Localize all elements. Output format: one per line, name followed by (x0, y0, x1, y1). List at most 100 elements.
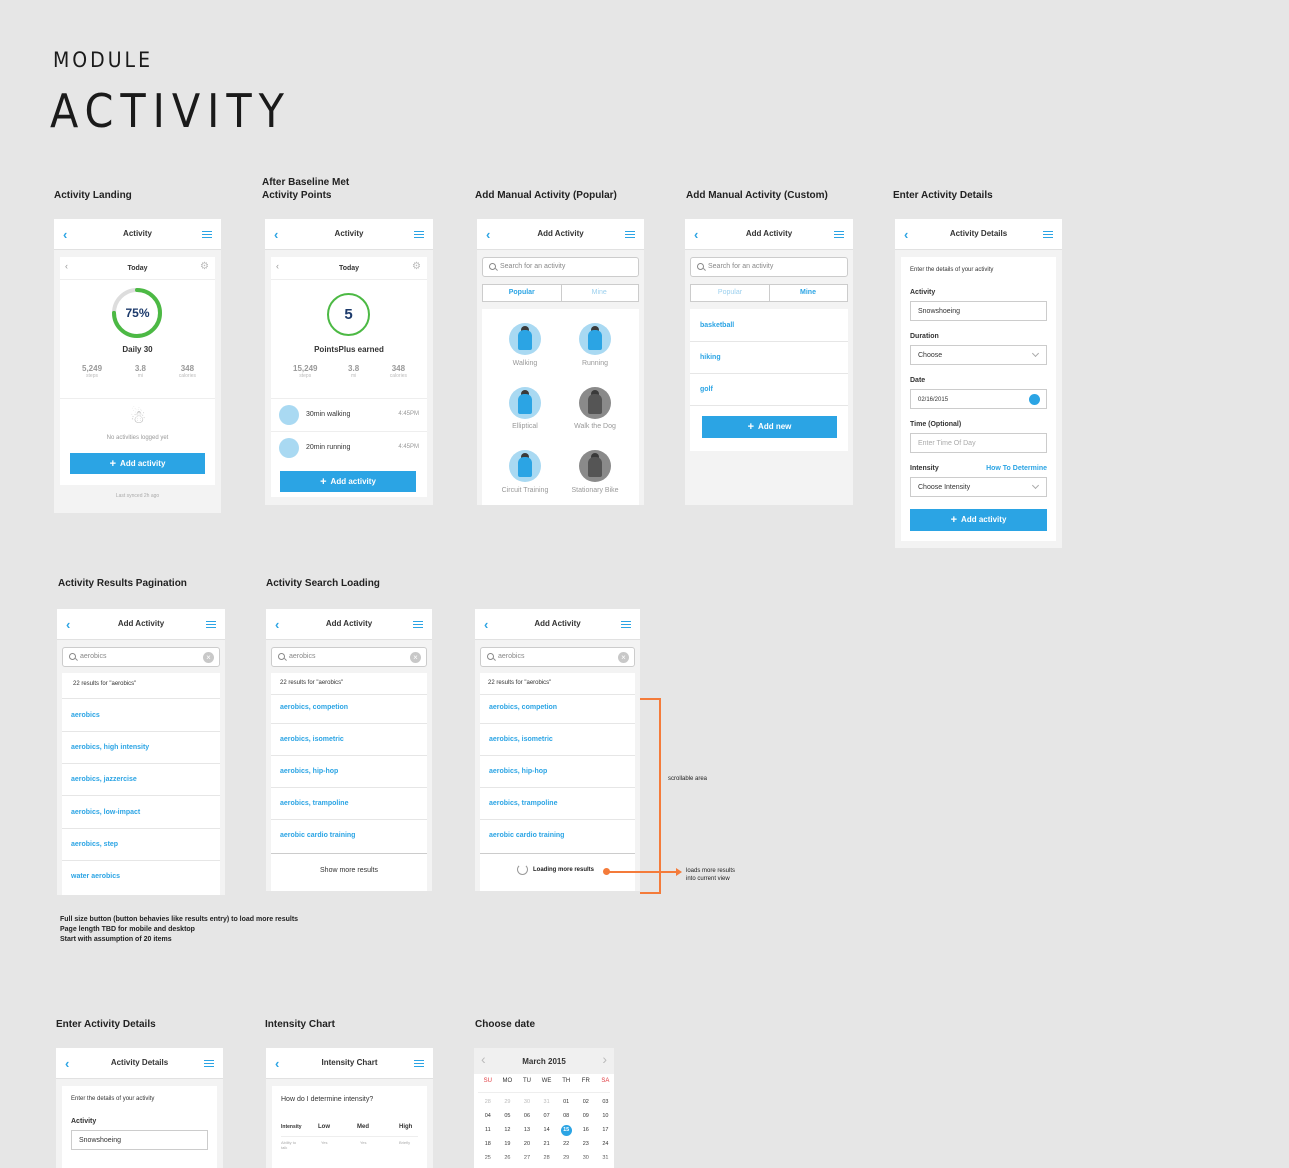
search-icon (69, 653, 76, 660)
calendar-day[interactable]: 20 (517, 1139, 537, 1150)
calendar-day[interactable]: 11 (478, 1125, 498, 1136)
calendar-day[interactable]: 21 (537, 1139, 557, 1150)
add-activity-button[interactable]: + Add activity (910, 509, 1047, 531)
clear-icon[interactable]: × (203, 652, 214, 663)
menu-icon[interactable] (414, 1060, 424, 1067)
selected-day[interactable]: 15 (560, 1125, 572, 1136)
calendar-day[interactable]: 30 (517, 1097, 537, 1108)
menu-icon[interactable] (206, 621, 216, 628)
tab-mine[interactable]: Mine (769, 289, 847, 296)
calendar-day[interactable]: 04 (478, 1111, 498, 1122)
menu-icon[interactable] (204, 1060, 214, 1067)
calendar-day[interactable]: 18 (478, 1139, 498, 1150)
activity-field[interactable]: Snowshoeing (71, 1130, 208, 1150)
search-input[interactable]: aerobics × (271, 647, 427, 667)
list-item[interactable]: aerobics, high intensity (62, 744, 220, 751)
duration-select[interactable]: Choose (910, 345, 1047, 365)
date-field[interactable]: 02/16/2015 (910, 389, 1047, 409)
list-item[interactable]: aerobics, jazzercise (62, 776, 220, 783)
calendar-day[interactable]: 17 (596, 1125, 614, 1136)
module-title: ACTIVITY (50, 84, 291, 138)
list-item[interactable]: aerobics, trampoline (480, 800, 635, 807)
menu-icon[interactable] (834, 231, 844, 238)
next-month-icon[interactable]: › (602, 1051, 607, 1067)
nav-title: Intensity Chart (321, 1058, 378, 1067)
list-item[interactable]: aerobics, hip-hop (480, 768, 635, 775)
list-item[interactable]: aerobics, trampoline (271, 800, 427, 807)
search-input[interactable]: aerobics × (62, 647, 220, 667)
tab-switch: Popular Mine (690, 284, 848, 302)
list-item[interactable]: aerobic cardio training (271, 832, 427, 839)
tab-mine[interactable]: Mine (561, 289, 639, 296)
list-item[interactable]: aerobics, competion (271, 704, 427, 711)
calendar-icon[interactable] (1029, 394, 1040, 405)
list-item[interactable]: aerobics, step (62, 841, 220, 848)
calendar-day[interactable]: 22 (556, 1139, 576, 1150)
clear-icon[interactable]: × (618, 652, 629, 663)
clear-icon[interactable]: × (410, 652, 421, 663)
list-item[interactable]: basketball (690, 322, 848, 329)
menu-icon[interactable] (413, 621, 423, 628)
list-item[interactable]: aerobics, isometric (480, 736, 635, 743)
calendar-day[interactable]: 31 (537, 1097, 557, 1108)
intensity-select[interactable]: Choose Intensity (910, 477, 1047, 497)
section-label: Choose date (475, 1019, 536, 1030)
intensity-question: How do I determine intensity? (281, 1096, 374, 1103)
calendar-day[interactable]: 01 (556, 1097, 576, 1108)
activity-label: Activity (910, 289, 936, 296)
calendar-day[interactable]: 07 (537, 1111, 557, 1122)
calendar-day[interactable]: 15 (556, 1125, 576, 1136)
calendar-day[interactable]: 29 (498, 1097, 518, 1108)
nav-title: Activity Details (949, 229, 1008, 238)
activity-entry[interactable]: 30min walking 4:45PM (271, 399, 427, 431)
calendar-day[interactable]: 12 (498, 1125, 518, 1136)
list-item[interactable]: aerobics, competion (480, 704, 635, 711)
search-input[interactable]: Search for an activity (482, 257, 639, 277)
calendar-day[interactable]: 06 (517, 1111, 537, 1122)
activity-field[interactable]: Snowshoeing (910, 301, 1047, 321)
gear-icon[interactable]: ⚙ (200, 261, 209, 272)
calendar-day[interactable]: 03 (596, 1097, 614, 1108)
gear-icon[interactable]: ⚙ (412, 261, 421, 272)
list-item[interactable]: aerobics, hip-hop (271, 768, 427, 775)
tab-popular[interactable]: Popular (483, 289, 561, 296)
activity-entry[interactable]: 20min running 4:45PM (271, 432, 427, 464)
list-item[interactable]: aerobics (62, 712, 220, 719)
calendar-day[interactable]: 13 (517, 1125, 537, 1136)
time-field[interactable]: Enter Time Of Day (910, 433, 1047, 453)
show-more-button[interactable]: Show more results (271, 867, 427, 874)
stat-steps: 15,249 steps (293, 364, 318, 379)
calendar-day[interactable]: 05 (498, 1111, 518, 1122)
menu-icon[interactable] (625, 231, 635, 238)
add-new-button[interactable]: + Add new (702, 416, 837, 438)
list-item[interactable]: aerobic cardio training (480, 832, 635, 839)
calendar-day[interactable]: 02 (576, 1097, 596, 1108)
today-label: Today (127, 265, 148, 272)
menu-icon[interactable] (414, 231, 424, 238)
add-activity-button[interactable]: + Add activity (280, 471, 416, 492)
calendar-day[interactable]: 16 (576, 1125, 596, 1136)
list-item[interactable]: golf (690, 386, 848, 393)
calendar-day[interactable]: 14 (537, 1125, 557, 1136)
calendar-day[interactable]: 28 (478, 1097, 498, 1108)
list-item[interactable]: aerobics, low-impact (62, 809, 220, 816)
how-to-determine-link[interactable]: How To Determine (986, 465, 1047, 472)
menu-icon[interactable] (1043, 231, 1053, 238)
search-input[interactable]: Search for an activity (690, 257, 848, 277)
menu-icon[interactable] (202, 231, 212, 238)
calendar-day[interactable]: 10 (596, 1111, 614, 1122)
calendar-day[interactable]: 24 (596, 1139, 614, 1150)
search-input[interactable]: aerobics × (480, 647, 635, 667)
list-item[interactable]: hiking (690, 354, 848, 361)
calendar-day[interactable]: 09 (576, 1111, 596, 1122)
calendar-day[interactable]: 08 (556, 1111, 576, 1122)
stat-steps: 5,249 steps (82, 364, 103, 379)
calendar-day[interactable]: 23 (576, 1139, 596, 1150)
list-item[interactable]: water aerobics (62, 873, 220, 880)
list-item[interactable]: aerobics, isometric (271, 736, 427, 743)
search-icon (278, 653, 285, 660)
menu-icon[interactable] (621, 621, 631, 628)
calendar-day[interactable]: 19 (498, 1139, 518, 1150)
add-activity-button[interactable]: + Add activity (70, 453, 205, 474)
tab-popular[interactable]: Popular (691, 289, 769, 296)
